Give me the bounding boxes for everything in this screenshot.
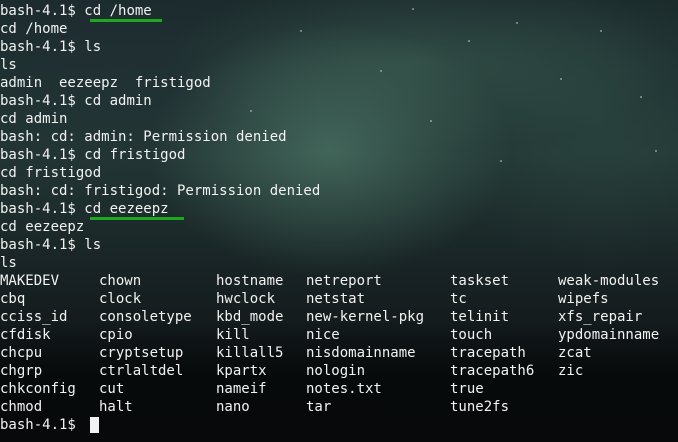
file-entry: tar [306,399,332,415]
file-entry: cryptsetup [99,345,184,361]
command: cd /home [84,3,152,19]
file-entry: tracepath6 [450,363,535,379]
file-entry: taskset [450,273,510,289]
file-entry: kbd_mode [216,309,284,325]
file-entry: ctrlaltdel [99,363,184,379]
terminal-line: cd eezeepz [0,219,85,235]
terminal-line: ls [0,255,17,271]
file-entry: wipefs [558,291,609,307]
file-entry: cut [99,381,125,397]
terminal-line: bash-4.1$ cd fristigod [0,146,185,164]
prompt: bash-4.1$ [0,93,85,109]
terminal-line: cd /home [0,21,68,37]
file-entry: MAKEDEV [0,273,60,289]
file-entry: telinit [450,309,510,325]
prompt: bash-4.1$ [0,3,85,19]
file-entry: chkconfig [0,381,76,397]
highlight-underline [90,19,162,22]
file-entry: hwclock [216,291,276,307]
file-entry: chcpu [0,345,43,361]
file-entry: nice [306,327,340,343]
file-entry: halt [99,399,133,415]
terminal-line: cd fristigod [0,165,102,181]
file-entry: true [450,381,484,397]
file-entry: xfs_repair [558,309,643,325]
prompt: bash-4.1$ [0,237,85,253]
terminal-window[interactable]: bash-4.1$ cd /home cd /home bash-4.1$ ls… [0,0,678,442]
file-entry: cbq [0,291,26,307]
command: cd eezeepz [84,201,169,217]
command: cd admin [84,93,152,109]
terminal-line: bash-4.1$ cd /home [0,2,152,20]
file-entry: notes.txt [306,381,382,397]
file-entry: weak-modules [558,273,660,289]
terminal-line: bash-4.1$ [0,416,84,434]
terminal-line: bash-4.1$ cd eezeepz [0,200,169,218]
terminal-line: bash: cd: fristigod: Permission denied [0,183,321,199]
file-entry: zcat [558,345,592,361]
terminal-line: cd admin [0,111,68,127]
file-entry: nano [216,399,250,415]
file-entry: ypdomainname [558,327,660,343]
file-entry: zic [558,363,584,379]
file-entry: nisdomainname [306,345,416,361]
file-entry: hostname [216,273,284,289]
file-entry: cpio [99,327,133,343]
prompt: bash-4.1$ [0,201,85,217]
file-entry: chown [99,273,142,289]
file-entry: tc [450,291,467,307]
file-entry: consoletype [99,309,192,325]
prompt: bash-4.1$ [0,147,85,163]
terminal-line: ls [0,57,17,73]
file-entry: chmod [0,399,43,415]
terminal-line: admin eezeepz fristigod [0,75,211,91]
command: cd fristigod [84,147,186,163]
file-entry: nameif [216,381,267,397]
terminal-line: bash-4.1$ ls [0,236,101,254]
file-entry: netstat [306,291,366,307]
command: ls [84,39,102,55]
command: ls [84,237,102,253]
file-entry: netreport [306,273,382,289]
terminal-line: bash: cd: admin: Permission denied [0,129,287,145]
file-entry: killall5 [216,345,284,361]
terminal-line: bash-4.1$ ls [0,38,101,56]
highlight-underline [90,217,184,220]
file-entry: new-kernel-pkg [306,309,425,325]
file-entry: clock [99,291,142,307]
file-entry: cciss_id [0,309,68,325]
terminal-cursor [90,417,99,433]
file-entry: kill [216,327,250,343]
file-entry: tracepath [450,345,526,361]
file-entry: kpartx [216,363,267,379]
terminal-line: bash-4.1$ cd admin [0,92,152,110]
file-entry: tune2fs [450,399,510,415]
file-entry: cfdisk [0,327,51,343]
file-entry: nologin [306,363,366,379]
prompt: bash-4.1$ [0,39,85,55]
file-entry: chgrp [0,363,43,379]
file-entry: touch [450,327,493,343]
prompt: bash-4.1$ [0,417,85,433]
